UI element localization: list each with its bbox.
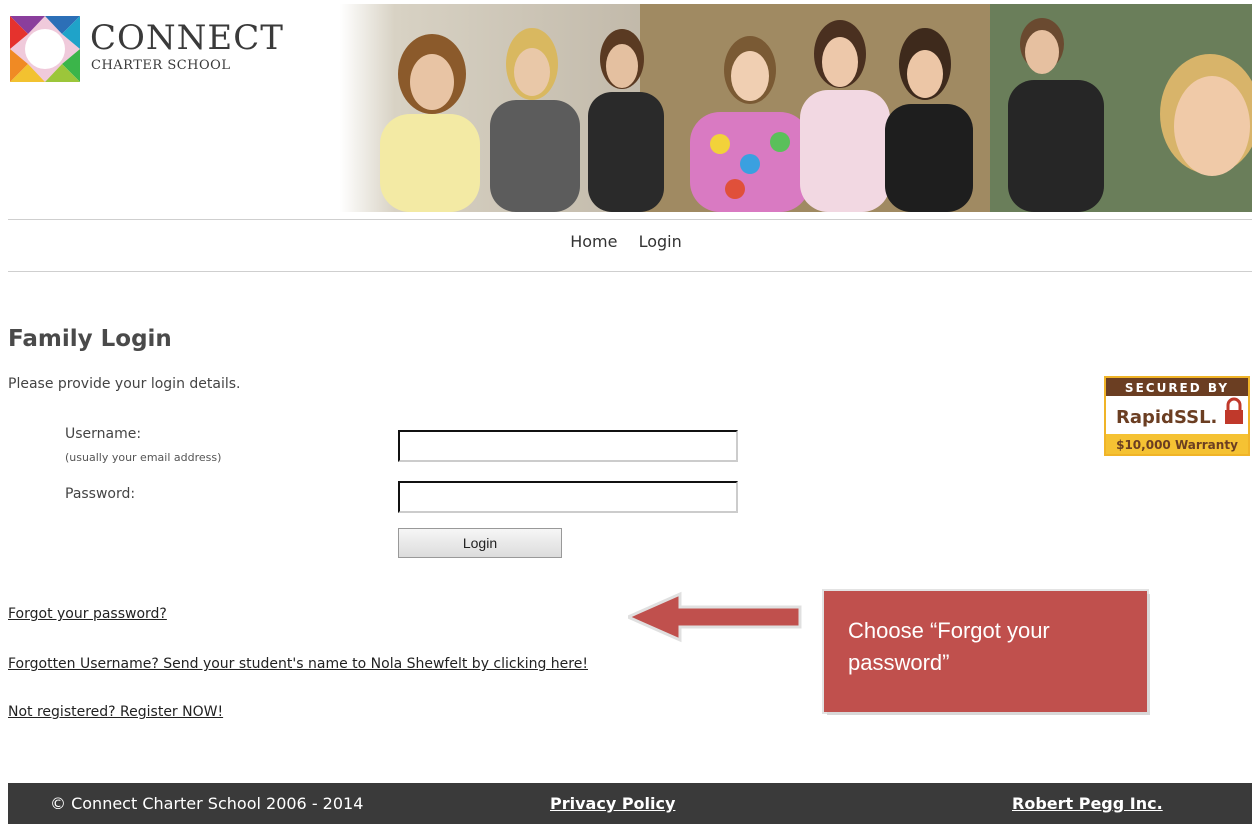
password-input[interactable] — [398, 481, 738, 513]
forgot-password-link[interactable]: Forgot your password? — [8, 606, 167, 622]
register-link[interactable]: Not registered? Register NOW! — [8, 704, 223, 720]
students-banner-photo — [340, 4, 1252, 212]
logo-name: CONNECT — [90, 18, 284, 58]
footer-copyright: © Connect Charter School 2006 - 2014 — [50, 794, 364, 813]
main-nav: Home Login — [0, 232, 1252, 251]
username-hint: (usually your email address) — [65, 451, 222, 464]
nav-login[interactable]: Login — [639, 232, 682, 251]
forgotten-username-link[interactable]: Forgotten Username? Send your student's … — [8, 656, 588, 672]
intro-text: Please provide your login details. — [8, 376, 241, 392]
username-label: Username: — [65, 426, 142, 442]
site-footer: © Connect Charter School 2006 - 2014 Pri… — [8, 783, 1252, 824]
nav-home[interactable]: Home — [570, 232, 617, 251]
callout-text: Choose “Forgot your password” — [848, 618, 1050, 675]
header-divider — [8, 219, 1252, 220]
page-title: Family Login — [8, 326, 172, 352]
robert-pegg-link[interactable]: Robert Pegg Inc. — [1012, 794, 1163, 813]
logo-subtitle: CHARTER SCHOOL — [91, 58, 231, 73]
logo-mark-icon — [10, 16, 80, 82]
instruction-callout: Choose “Forgot your password” — [824, 591, 1147, 712]
login-button[interactable]: Login — [398, 528, 562, 558]
ssl-secured-by: SECURED BY — [1125, 381, 1229, 395]
password-label: Password: — [65, 486, 136, 502]
school-logo[interactable]: CONNECT CHARTER SCHOOL — [10, 16, 283, 86]
ssl-warranty: $10,000 Warranty — [1116, 438, 1238, 452]
rapidssl-badge[interactable]: SECURED BY RapidSSL. $10,000 Warranty — [1104, 376, 1250, 456]
left-arrow-icon — [628, 591, 802, 643]
username-input[interactable] — [398, 430, 738, 462]
ssl-brand: RapidSSL. — [1116, 407, 1217, 428]
privacy-policy-link[interactable]: Privacy Policy — [550, 794, 675, 813]
nav-divider — [8, 271, 1252, 272]
site-header: CONNECT CHARTER SCHOOL — [0, 0, 1252, 220]
